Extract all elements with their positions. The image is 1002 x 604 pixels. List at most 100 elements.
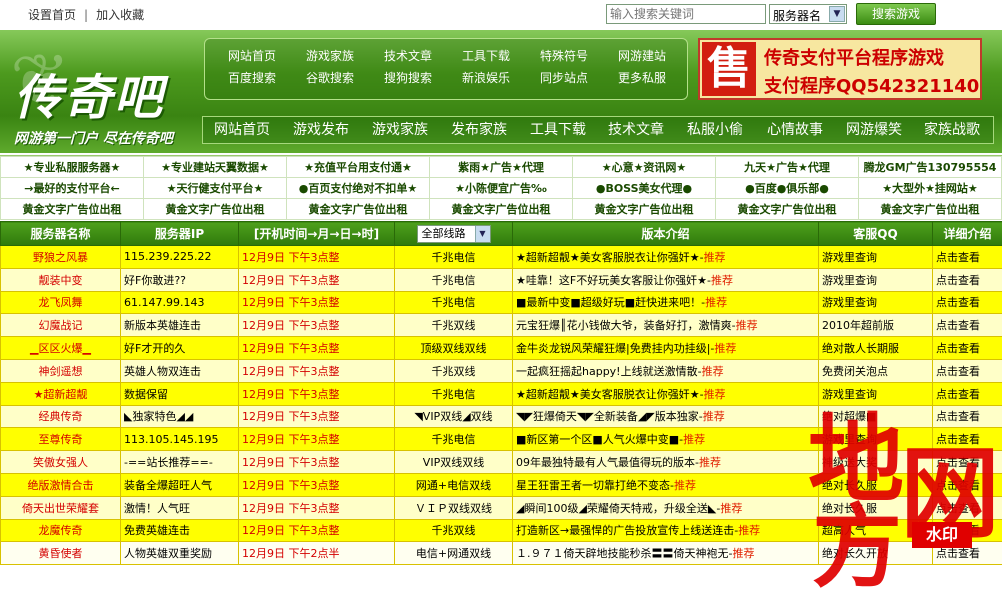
nav-item[interactable]: 技术文章 bbox=[597, 117, 675, 143]
text-ad-link[interactable]: ★小陈便宜广告‰ bbox=[430, 178, 573, 199]
server-intro[interactable]: ★超新超靓★美女客服脱衣让你强奸★-推荐 bbox=[513, 382, 819, 405]
quick-link[interactable]: 百度搜索 bbox=[213, 69, 291, 86]
view-details-link[interactable]: 点击查看 bbox=[933, 268, 1002, 291]
server-intro[interactable]: 金牛炎龙锐风荣耀狂爆|免费挂内功挂级|-推荐 bbox=[513, 337, 819, 360]
server-name-link[interactable]: 黄昏使者 bbox=[1, 542, 121, 565]
text-ad-link[interactable]: ★大型外★挂网站★ bbox=[859, 178, 1002, 199]
nav-item[interactable]: 私服小偷 bbox=[675, 117, 755, 143]
quick-link[interactable]: 谷歌搜索 bbox=[291, 69, 369, 86]
view-details-link[interactable]: 点击查看 bbox=[933, 314, 1002, 337]
text-ad-link[interactable]: 黄金文字广告位出租 bbox=[1, 199, 144, 220]
text-ad-link[interactable]: →最好的支付平台← bbox=[1, 178, 144, 199]
server-intro[interactable]: ■新区第一个区■人气火爆中变■-推荐 bbox=[513, 428, 819, 451]
server-intro[interactable]: ◥◤狂爆倚天◥◤全新装备◢◤版本独家-推荐 bbox=[513, 405, 819, 428]
server-name-link[interactable]: 靓装中变 bbox=[1, 268, 121, 291]
server-intro[interactable]: 一起疯狂摇起happy!上线就送激情散-推荐 bbox=[513, 359, 819, 382]
quick-link[interactable]: 新浪娱乐 bbox=[447, 69, 525, 86]
nav-item[interactable]: 网游爆笑 bbox=[835, 117, 913, 143]
nav-item[interactable]: 家族战歌 bbox=[913, 117, 991, 143]
view-details-link[interactable]: 点击查看 bbox=[933, 246, 1002, 269]
server-intro[interactable]: 打造新区→最强悍的广告投放宣传上线送连击-推荐 bbox=[513, 519, 819, 542]
view-details-link[interactable]: 点击查看 bbox=[933, 291, 1002, 314]
text-ad-link[interactable]: 紫雨★广告★代理 bbox=[430, 157, 573, 178]
nav-item[interactable]: 游戏发布 bbox=[281, 117, 361, 143]
text-ad-link[interactable]: ●百度●俱乐部● bbox=[716, 178, 859, 199]
server-intro[interactable]: ◢瞬间100级◢荣耀倚天特戒，升级全送◣-推荐 bbox=[513, 496, 819, 519]
server-intro[interactable]: 元宝狂爆║花小钱做大爷，装备好打，激情爽-推荐 bbox=[513, 314, 819, 337]
text-ad-link[interactable]: ★充值平台用支付通★ bbox=[287, 157, 430, 178]
server-intro[interactable]: ★超新超靓★美女客服脱衣让你强奸★-推荐 bbox=[513, 246, 819, 269]
nav-item[interactable]: 心情故事 bbox=[755, 117, 835, 143]
intro-text: 一起疯狂摇起happy!上线就送激情散- bbox=[516, 365, 702, 378]
text-ad-link[interactable]: ★专业私服服务器★ bbox=[1, 157, 144, 178]
set-homepage-link[interactable]: 设置首页 bbox=[28, 8, 76, 22]
text-ad-link[interactable]: 九天★广告★代理 bbox=[716, 157, 859, 178]
server-intro[interactable]: 09年最独特最有人气最值得玩的版本-推荐 bbox=[513, 451, 819, 474]
nav-item[interactable]: 游戏家族 bbox=[361, 117, 439, 143]
view-details-link[interactable]: 点击查看 bbox=[933, 542, 1002, 565]
view-details-link[interactable]: 点击查看 bbox=[933, 519, 1002, 542]
nav-item[interactable]: 网站首页 bbox=[203, 117, 281, 143]
site-logo[interactable]: ❦ 传奇吧 网游第一门户 尽在传奇吧 bbox=[10, 38, 196, 148]
nav-item[interactable]: 工具下载 bbox=[519, 117, 597, 143]
quick-link[interactable]: 技术文章 bbox=[369, 47, 447, 64]
quick-link[interactable]: 网游建站 bbox=[603, 47, 681, 64]
server-name-link[interactable]: 幻魔战记 bbox=[1, 314, 121, 337]
view-details-link[interactable]: 点击查看 bbox=[933, 405, 1002, 428]
text-ad-link[interactable]: 黄金文字广告位出租 bbox=[144, 199, 287, 220]
server-intro[interactable]: １.９７１倚天辟地技能秒杀〓〓倚天神袍无-推荐 bbox=[513, 542, 819, 565]
quick-link[interactable]: 更多私服 bbox=[603, 69, 681, 86]
search-input[interactable] bbox=[606, 4, 766, 24]
text-ad-link[interactable]: ★心意★资讯网★ bbox=[573, 157, 716, 178]
text-ad-link[interactable]: 黄金文字广告位出租 bbox=[859, 199, 1002, 220]
text-ad-link[interactable]: 黄金文字广告位出租 bbox=[716, 199, 859, 220]
quick-link[interactable]: 特殊符号 bbox=[525, 47, 603, 64]
server-intro[interactable]: ★哇靠！这F不好玩美女客服让你强奸★-推荐 bbox=[513, 268, 819, 291]
server-name-link[interactable]: ★超新超靓 bbox=[1, 382, 121, 405]
server-name-link[interactable]: 神剑遥想 bbox=[1, 359, 121, 382]
search-type-select[interactable]: 服务器名▼ bbox=[769, 4, 847, 24]
view-details-link[interactable]: 点击查看 bbox=[933, 473, 1002, 496]
quick-link[interactable]: 搜狗搜索 bbox=[369, 69, 447, 86]
server-name-link[interactable]: 至尊传奇 bbox=[1, 428, 121, 451]
nav-item[interactable]: 发布家族 bbox=[439, 117, 519, 143]
search-type-value: 服务器名 bbox=[773, 9, 821, 23]
line-filter-select[interactable]: 全部线路▼ bbox=[417, 225, 491, 243]
view-details-link[interactable]: 点击查看 bbox=[933, 451, 1002, 474]
text-ad-link[interactable]: 黄金文字广告位出租 bbox=[287, 199, 430, 220]
view-details-link[interactable]: 点击查看 bbox=[933, 337, 1002, 360]
text-ad-link[interactable]: 黄金文字广告位出租 bbox=[430, 199, 573, 220]
text-ad-link[interactable]: ●BOSS美女代理● bbox=[573, 178, 716, 199]
server-intro[interactable]: ■最新中变■超级好玩■赶快进来吧！-推荐 bbox=[513, 291, 819, 314]
add-favorite-link[interactable]: 加入收藏 bbox=[96, 8, 144, 22]
payment-ad-banner[interactable]: 售 传奇支付平台程序游戏 支付程序QQ542321140 bbox=[698, 38, 982, 100]
search-game-button[interactable]: 搜索游戏 bbox=[856, 3, 936, 25]
quick-link[interactable]: 工具下载 bbox=[447, 47, 525, 64]
text-ad-link[interactable]: ★专业建站天翼数据★ bbox=[144, 157, 287, 178]
text-ad-link[interactable]: 腾龙GM广告130795554 bbox=[859, 157, 1002, 178]
quick-link[interactable]: 网站首页 bbox=[213, 47, 291, 64]
server-ip: 好F才开的久 bbox=[121, 337, 239, 360]
server-name-link[interactable]: ▁区区火爆▁ bbox=[1, 337, 121, 360]
view-details-link[interactable]: 点击查看 bbox=[933, 382, 1002, 405]
quick-link[interactable]: 游戏家族 bbox=[291, 47, 369, 64]
quick-link[interactable]: 同步站点 bbox=[525, 69, 603, 86]
text-ad-link[interactable]: ●百页支付绝对不扣单★ bbox=[287, 178, 430, 199]
server-intro[interactable]: 星王狂雷王者一切靠打绝不变态-推荐 bbox=[513, 473, 819, 496]
text-ad-link[interactable]: ★天行健支付平台★ bbox=[144, 178, 287, 199]
server-name-link[interactable]: 野狼之风暴 bbox=[1, 246, 121, 269]
text-ads: ★专业私服服务器★★专业建站天翼数据★★充值平台用支付通★紫雨★广告★代理★心意… bbox=[0, 155, 1002, 219]
open-time: 12月9日 下午3点整 bbox=[239, 496, 395, 519]
server-name-link[interactable]: 龙飞凤舞 bbox=[1, 291, 121, 314]
quick-links: 网站首页游戏家族技术文章工具下载特殊符号网游建站百度搜索谷歌搜索搜狗搜索新浪娱乐… bbox=[204, 38, 688, 100]
view-details-link[interactable]: 点击查看 bbox=[933, 496, 1002, 519]
text-ad-link[interactable]: 黄金文字广告位出租 bbox=[573, 199, 716, 220]
server-line: 顶级双线双线 bbox=[395, 337, 513, 360]
server-name-link[interactable]: 倚天出世荣耀套 bbox=[1, 496, 121, 519]
server-name-link[interactable]: 绝版激情合击 bbox=[1, 473, 121, 496]
view-details-link[interactable]: 点击查看 bbox=[933, 359, 1002, 382]
server-name-link[interactable]: 笑傲女强人 bbox=[1, 451, 121, 474]
server-name-link[interactable]: 经典传奇 bbox=[1, 405, 121, 428]
view-details-link[interactable]: 点击查看 bbox=[933, 428, 1002, 451]
server-name-link[interactable]: 龙魔传奇 bbox=[1, 519, 121, 542]
